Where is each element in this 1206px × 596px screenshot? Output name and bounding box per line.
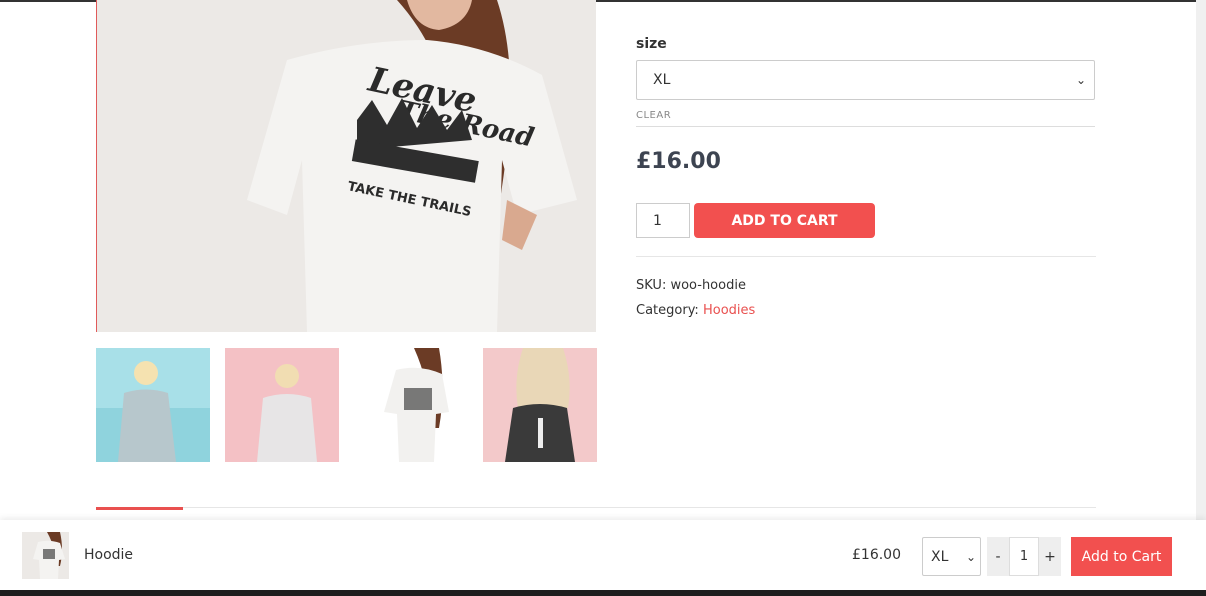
size-select[interactable]: XL ⌄ — [636, 60, 1095, 100]
thumbnail-1[interactable] — [96, 348, 210, 462]
category-link[interactable]: Hoodies — [703, 303, 755, 318]
decrease-quantity-button[interactable]: - — [987, 537, 1009, 576]
size-label: size — [636, 36, 667, 52]
increase-quantity-button[interactable]: + — [1039, 537, 1061, 576]
product-meta: SKU: woo-hoodie Category: Hoodies — [636, 273, 1096, 323]
sticky-product-name: Hoodie — [84, 547, 134, 563]
sticky-size-select[interactable]: XL ⌄ — [922, 537, 981, 576]
sticky-product-thumbnail — [22, 532, 69, 579]
add-to-cart-form: 1 ADD TO CART — [636, 203, 1096, 238]
thumbnail-4[interactable] — [483, 348, 597, 462]
sku-value: woo-hoodie — [670, 278, 746, 293]
chevron-down-icon: ⌄ — [1075, 73, 1086, 87]
active-tab-indicator[interactable] — [96, 507, 183, 510]
product-price: £16.00 — [636, 149, 721, 174]
divider — [636, 256, 1096, 257]
quantity-input[interactable]: 1 — [636, 203, 690, 238]
sticky-quantity-input[interactable]: 1 — [1009, 537, 1039, 576]
category-row: Category: Hoodies — [636, 298, 1096, 323]
thumbnail-3[interactable] — [354, 348, 468, 462]
tabs-divider — [96, 507, 1096, 508]
size-select-value: XL — [653, 72, 671, 88]
add-to-cart-button[interactable]: ADD TO CART — [694, 203, 875, 238]
divider — [636, 126, 1095, 127]
sku-row: SKU: woo-hoodie — [636, 273, 1096, 298]
scrollbar[interactable] — [1196, 0, 1206, 596]
footer-strip — [0, 590, 1206, 596]
quantity-stepper: - 1 + — [987, 537, 1061, 576]
thumbnail-2[interactable] — [225, 348, 339, 462]
product-summary: size XL ⌄ CLEAR £16.00 1 ADD TO CART SKU… — [636, 30, 1096, 323]
product-main-image[interactable]: Leave The Road TAKE THE TRAILS — [96, 0, 596, 332]
clear-variation-link[interactable]: CLEAR — [636, 110, 671, 122]
sticky-add-to-cart-button[interactable]: Add to Cart — [1071, 537, 1172, 576]
sticky-product-price: £16.00 — [852, 547, 901, 563]
sticky-add-to-cart-bar: Hoodie £16.00 XL ⌄ - 1 + Add to Cart — [0, 520, 1206, 590]
sku-label: SKU: — [636, 278, 667, 293]
product-thumbnails — [96, 348, 597, 462]
category-label: Category: — [636, 303, 699, 318]
chevron-down-icon: ⌄ — [965, 549, 976, 564]
sticky-size-value: XL — [931, 548, 949, 565]
